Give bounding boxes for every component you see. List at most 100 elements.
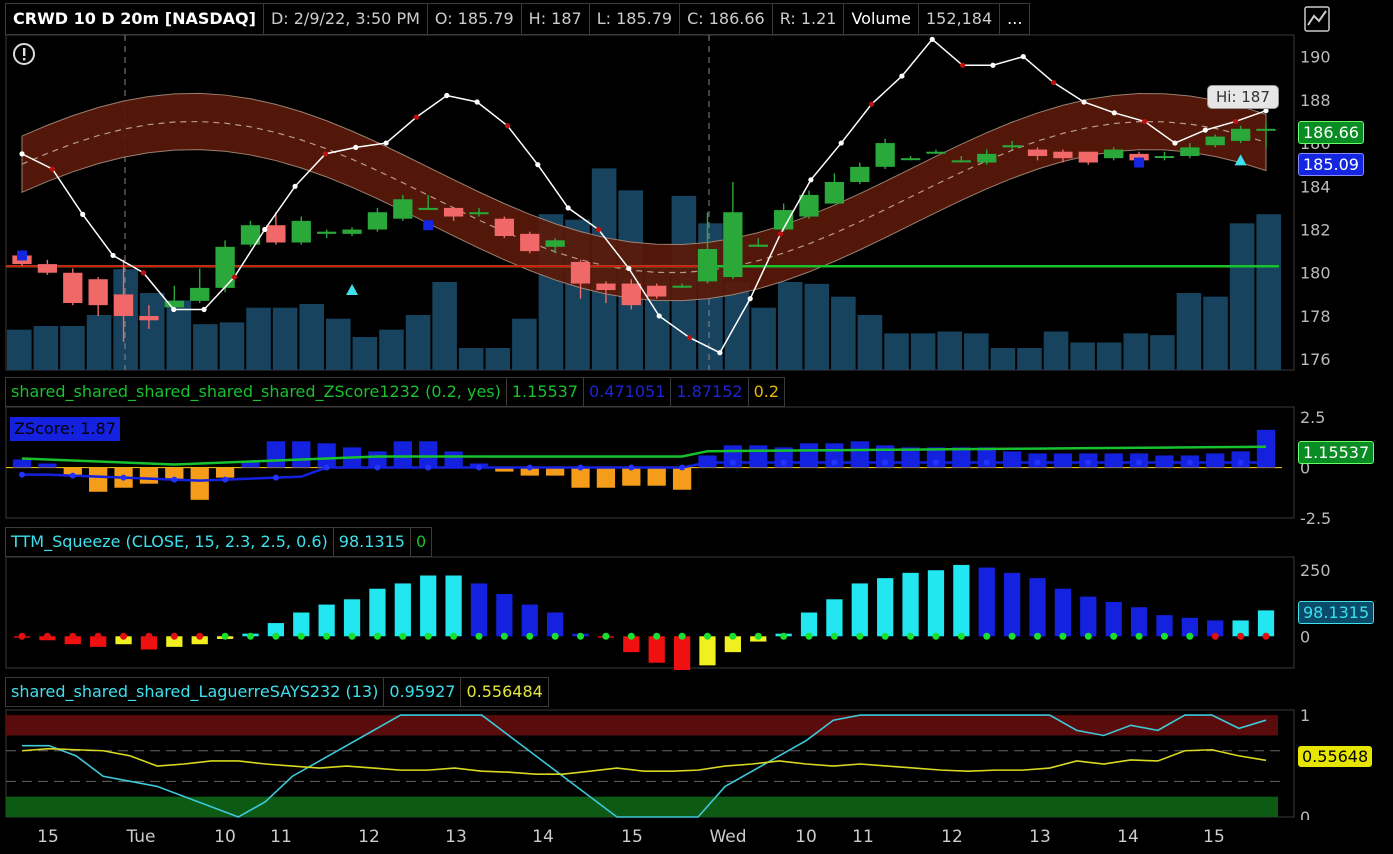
squeeze-dot bbox=[475, 632, 483, 640]
zscore-bar bbox=[799, 443, 819, 468]
zscore-tick-label: -2.5 bbox=[1300, 509, 1331, 525]
zigzag-point bbox=[474, 99, 480, 105]
squeeze-dot bbox=[196, 632, 204, 640]
time-tick-label: 13 bbox=[445, 827, 467, 847]
zscore-average-point bbox=[120, 474, 127, 481]
candle-body bbox=[342, 229, 362, 234]
zscore-title[interactable]: shared_shared_shared_shared_shared_ZScor… bbox=[5, 377, 507, 407]
hi-tooltip: Hi: 187 bbox=[1207, 85, 1279, 109]
time-tick-label: Wed bbox=[709, 827, 746, 847]
squeeze-value-1: 98.1315 bbox=[333, 527, 411, 557]
volume-bar bbox=[7, 329, 32, 370]
candle-body bbox=[875, 143, 895, 167]
zigzag-point bbox=[808, 177, 814, 183]
price-tick-label: 190 bbox=[1300, 48, 1331, 67]
candle-body bbox=[647, 285, 667, 297]
zscore-average-point bbox=[882, 459, 889, 466]
zigzag-point bbox=[504, 123, 511, 129]
volume-bar bbox=[1256, 214, 1281, 370]
price-tick-label: 178 bbox=[1300, 307, 1331, 326]
zscore-bar bbox=[1053, 453, 1073, 468]
candle-body bbox=[418, 207, 438, 210]
momentum-bar bbox=[369, 588, 386, 637]
zscore-bar bbox=[672, 467, 692, 490]
zscore-bar bbox=[596, 467, 616, 488]
squeeze-title[interactable]: TTM_Squeeze (CLOSE, 15, 2.3, 2.5, 0.6) bbox=[5, 527, 334, 557]
volume-bar bbox=[884, 333, 909, 370]
momentum-bar bbox=[496, 594, 513, 637]
momentum-bar bbox=[547, 612, 564, 637]
zscore-value-2: 0.471051 bbox=[584, 377, 672, 407]
zscore-value-1: 1.15537 bbox=[506, 377, 585, 407]
candle-body bbox=[545, 240, 565, 247]
momentum-bar bbox=[1105, 601, 1122, 637]
squeeze-dot bbox=[399, 632, 407, 640]
price-chart[interactable]: 190188186184182180178176 bbox=[0, 0, 1393, 372]
momentum-bar bbox=[1029, 578, 1046, 637]
squeeze-dot bbox=[703, 632, 711, 640]
candle-body bbox=[1002, 145, 1022, 148]
volume-bar bbox=[777, 282, 803, 370]
zigzag-point bbox=[717, 350, 723, 356]
squeeze-dot bbox=[678, 632, 686, 640]
candle-body bbox=[317, 231, 337, 234]
candle-body bbox=[900, 158, 921, 161]
zigzag-point bbox=[80, 211, 86, 217]
laguerre-value-2: 0.556484 bbox=[461, 677, 549, 707]
momentum-bar bbox=[978, 567, 995, 637]
zigzag-point bbox=[383, 140, 389, 146]
time-tick-label: Tue bbox=[125, 827, 155, 847]
momentum-bar bbox=[673, 636, 691, 670]
zscore-average-point bbox=[69, 472, 76, 479]
time-tick-label: 15 bbox=[37, 827, 59, 847]
momentum-bar bbox=[927, 570, 945, 637]
squeeze-chart[interactable]: 250 0 bbox=[0, 555, 1393, 670]
volume-bar bbox=[60, 326, 85, 370]
volume-bar bbox=[113, 269, 138, 370]
zscore-average-point bbox=[526, 464, 533, 471]
zigzag-point bbox=[1081, 99, 1087, 105]
time-tick-label: 15 bbox=[1203, 827, 1225, 847]
candle-body bbox=[951, 160, 971, 163]
candle-body bbox=[1053, 151, 1073, 159]
squeeze-badge: 98.1315 bbox=[1298, 601, 1375, 624]
squeeze-dot bbox=[450, 632, 458, 640]
volume-bar bbox=[1229, 223, 1255, 370]
squeeze-dot bbox=[246, 632, 254, 640]
volume-bar bbox=[219, 322, 245, 370]
zscore-average-point bbox=[425, 464, 432, 471]
squeeze-dot bbox=[1084, 632, 1092, 640]
zscore-bar bbox=[749, 445, 768, 468]
squeeze-dot bbox=[780, 632, 788, 640]
candle-body bbox=[1180, 147, 1200, 157]
candle-body bbox=[570, 261, 591, 284]
zscore-average-point bbox=[475, 464, 482, 471]
zscore-average-point bbox=[272, 474, 279, 481]
signal-square bbox=[17, 250, 27, 261]
zscore-average-point bbox=[1034, 459, 1041, 466]
laguerre-tick-label: 0 bbox=[1300, 808, 1310, 820]
time-tick-label: 12 bbox=[941, 827, 963, 847]
zscore-tick-label: 2.5 bbox=[1300, 408, 1325, 427]
zigzag-point bbox=[413, 114, 420, 120]
zigzag-point bbox=[292, 183, 298, 189]
candle-body bbox=[596, 283, 616, 291]
zscore-average-point bbox=[729, 459, 736, 466]
laguerre-title[interactable]: shared_shared_shared_LaguerreSAYS232 (13… bbox=[5, 677, 385, 707]
zigzag-point bbox=[565, 205, 571, 211]
volume-bar bbox=[751, 307, 776, 370]
candle-body bbox=[139, 315, 159, 321]
volume-bar bbox=[352, 337, 378, 370]
momentum-bar bbox=[826, 599, 843, 637]
candle-body bbox=[520, 233, 540, 252]
zigzag-point bbox=[444, 92, 450, 99]
zscore-chart[interactable]: 2.50-2.5 bbox=[0, 405, 1393, 525]
squeeze-dot bbox=[120, 632, 128, 640]
volume-bar bbox=[272, 307, 298, 370]
laguerre-chart[interactable]: 10 bbox=[0, 705, 1393, 820]
signal-arrow bbox=[346, 284, 359, 296]
time-tick-label: 10 bbox=[795, 827, 817, 847]
momentum-bar bbox=[1130, 607, 1148, 637]
momentum-bar bbox=[394, 583, 411, 637]
zigzag-point bbox=[1142, 118, 1148, 125]
